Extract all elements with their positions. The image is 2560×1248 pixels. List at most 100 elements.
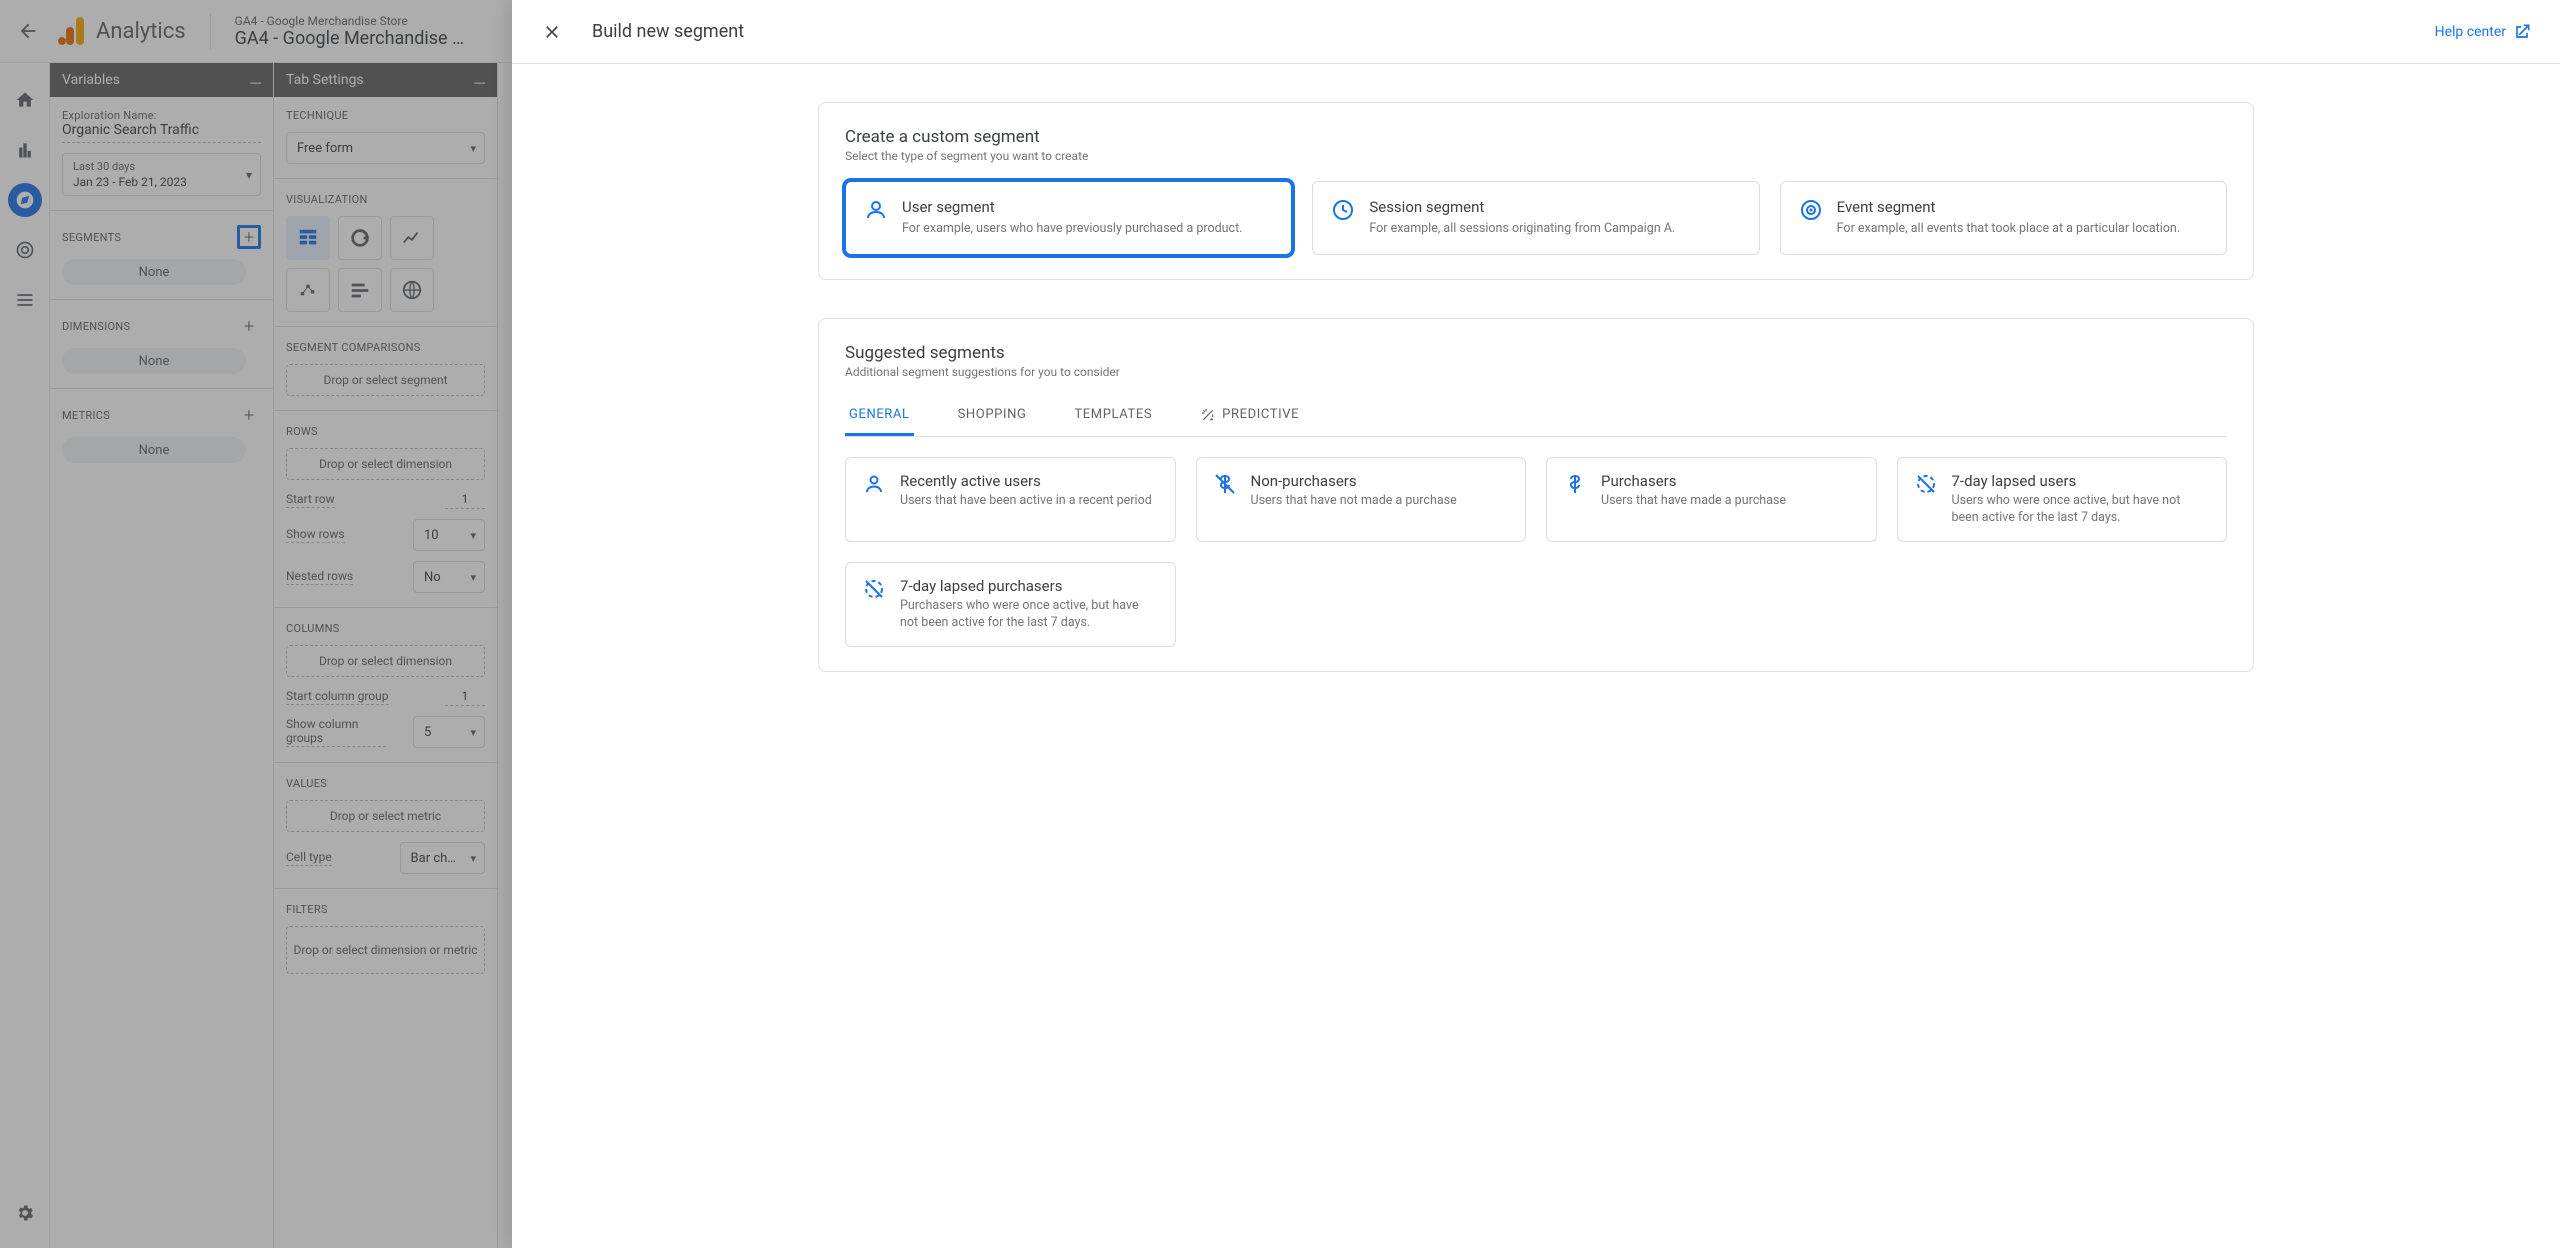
dollar-icon [1563, 472, 1587, 496]
cell-type-select[interactable]: Bar ch…▾ [400, 842, 485, 874]
minimize-button[interactable]: – [249, 68, 263, 102]
nav-explore[interactable] [8, 183, 42, 217]
nav-rail [0, 63, 50, 1248]
start-col-group-label: Start column group [286, 689, 389, 705]
tab-general[interactable]: GENERAL [845, 397, 914, 436]
technique-value: Free form [297, 141, 353, 156]
segment-option-title: Event segment [1837, 198, 2180, 216]
chevron-down-icon: ▾ [470, 852, 476, 865]
start-row-input[interactable]: 1 [445, 490, 485, 509]
suggested-item-desc: Users that have not made a purchase [1251, 492, 1457, 510]
segment-option-session[interactable]: Session segmentFor example, all sessions… [1312, 181, 1759, 255]
date-preset: Last 30 days [73, 160, 250, 173]
explore-icon [15, 190, 35, 210]
values-dropzone[interactable]: Drop or select metric [286, 800, 485, 832]
help-center-link[interactable]: Help center [2435, 22, 2532, 42]
add-segment-button[interactable]: + [237, 225, 261, 249]
nested-rows-select[interactable]: No▾ [413, 561, 485, 593]
target-icon [15, 240, 35, 260]
brand-name: Analytics [96, 19, 186, 44]
tab-predictive[interactable]: PREDICTIVE [1196, 397, 1303, 436]
add-metric-button[interactable]: + [237, 403, 261, 427]
suggested-non-purchasers[interactable]: Non-purchasers Users that have not made a… [1196, 457, 1527, 542]
exploration-name-input[interactable]: Organic Search Traffic [62, 122, 261, 143]
nav-home[interactable] [8, 83, 42, 117]
filters-label: FILTERS [286, 903, 485, 916]
segment-option-desc: For example, all events that took place … [1837, 220, 2180, 238]
filters-dropzone[interactable]: Drop or select dimension or metric [286, 926, 485, 974]
viz-geo-button[interactable] [390, 268, 434, 312]
visualization-buttons [286, 216, 485, 312]
project-name: GA4 - Google Merchandise … [235, 28, 464, 49]
show-col-groups-select[interactable]: 5▾ [413, 716, 485, 748]
table-icon [297, 227, 319, 249]
suggested-title: Suggested segments [845, 343, 2227, 363]
custom-segment-card: Create a custom segment Select the type … [818, 102, 2254, 280]
segment-option-desc: For example, users who have previously p… [902, 220, 1242, 238]
project-selector[interactable]: GA4 - Google Merchandise Store GA4 - Goo… [210, 14, 464, 49]
event-icon [1799, 198, 1823, 222]
open-in-new-icon [2512, 22, 2532, 42]
columns-dropzone[interactable]: Drop or select dimension [286, 645, 485, 677]
exploration-name-label: Exploration Name: [62, 109, 261, 122]
metrics-none-chip: None [62, 437, 246, 463]
start-col-group-input[interactable]: 1 [445, 687, 485, 706]
segments-none-chip: None [62, 259, 246, 285]
help-label: Help center [2435, 24, 2506, 40]
nav-admin[interactable] [8, 1196, 42, 1230]
user-icon [864, 198, 888, 222]
technique-select[interactable]: Free form ▾ [286, 132, 485, 164]
start-row-label: Start row [286, 492, 335, 508]
viz-table-button[interactable] [286, 216, 330, 260]
segment-dropzone[interactable]: Drop or select segment [286, 364, 485, 396]
gear-icon [15, 1203, 35, 1223]
viz-donut-button[interactable] [338, 216, 382, 260]
rows-dropzone[interactable]: Drop or select dimension [286, 448, 485, 480]
modal-body: Create a custom segment Select the type … [512, 64, 2560, 1248]
segment-option-event[interactable]: Event segment For example, all events tha… [1780, 181, 2227, 255]
close-icon [542, 22, 562, 42]
nav-configure[interactable] [8, 283, 42, 317]
tab-shopping[interactable]: SHOPPING [954, 397, 1031, 436]
suggested-item-title: 7-day lapsed users [1952, 472, 2211, 490]
suggested-item-desc: Users who were once active, but have not… [1952, 492, 2211, 527]
modal-header: Build new segment Help center [512, 0, 2560, 64]
viz-bar-button[interactable] [338, 268, 382, 312]
suggested-purchasers[interactable]: PurchasersUsers that have made a purchas… [1546, 457, 1877, 542]
suggested-tabs: GENERAL SHOPPING TEMPLATES PREDICTIVE [845, 397, 2227, 437]
close-button[interactable] [540, 20, 564, 44]
segment-option-desc: For example, all sessions originating fr… [1369, 220, 1675, 238]
tab-templates[interactable]: TEMPLATES [1070, 397, 1156, 436]
lapsed-icon [862, 577, 886, 601]
segment-option-user[interactable]: User segmentFor example, users who have … [845, 181, 1292, 255]
custom-segment-title: Create a custom segment [845, 127, 2227, 147]
dimensions-label: DIMENSIONS [62, 320, 130, 333]
minimize-button[interactable]: – [473, 68, 487, 102]
show-col-groups-label: Show column groups [286, 717, 386, 747]
show-rows-select[interactable]: 10▾ [413, 519, 485, 551]
chevron-down-icon: ▾ [470, 726, 476, 739]
cell-type-label: Cell type [286, 850, 332, 866]
back-button[interactable] [8, 11, 48, 51]
suggested-item-title: Recently active users [900, 472, 1152, 490]
list-icon [15, 290, 35, 310]
arrow-left-icon [17, 20, 39, 42]
viz-scatter-button[interactable] [286, 268, 330, 312]
no-dollar-icon [1213, 472, 1237, 496]
variables-panel: Variables – Exploration Name: Organic Se… [50, 63, 274, 1248]
nested-rows-label: Nested rows [286, 569, 353, 585]
nav-reports[interactable] [8, 133, 42, 167]
nav-advertising[interactable] [8, 233, 42, 267]
suggested-item-title: Non-purchasers [1251, 472, 1457, 490]
suggested-recently-active-users[interactable]: Recently active usersUsers that have bee… [845, 457, 1176, 542]
suggested-item-title: 7-day lapsed purchasers [900, 577, 1159, 595]
date-range-selector[interactable]: Last 30 days Jan 23 - Feb 21, 2023 ▾ [62, 153, 261, 196]
build-segment-modal: Build new segment Help center Create a c… [512, 0, 2560, 1248]
session-icon [1331, 198, 1355, 222]
viz-line-button[interactable] [390, 216, 434, 260]
suggested-item-desc: Purchasers who were once active, but hav… [900, 597, 1159, 632]
visualization-label: VISUALIZATION [286, 193, 485, 206]
suggested-7-day-lapsed-purchasers[interactable]: 7-day lapsed purchasers Purchasers who we… [845, 562, 1176, 647]
add-dimension-button[interactable]: + [237, 314, 261, 338]
suggested-7-day-lapsed-users[interactable]: 7-day lapsed users Users who were once ac… [1897, 457, 2228, 542]
